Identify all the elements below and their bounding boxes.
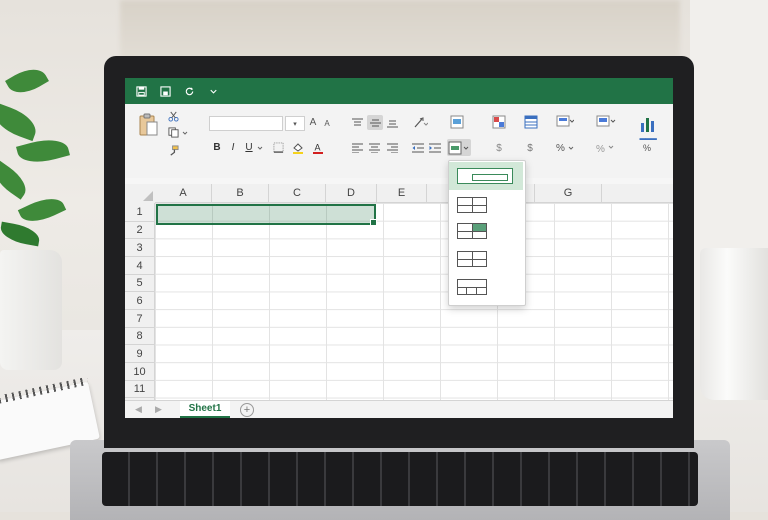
merge-and-center-icon — [457, 168, 513, 184]
cell-area[interactable] — [155, 203, 673, 406]
title-bar — [125, 78, 673, 104]
selected-range[interactable] — [156, 204, 377, 226]
column-header[interactable]: D — [326, 184, 377, 203]
merge-across-icon — [457, 197, 487, 213]
wrap-text-icon[interactable] — [449, 114, 465, 130]
font-size-dropdown[interactable]: ▾ — [285, 116, 305, 131]
align-center-icon[interactable] — [368, 142, 381, 154]
save-icon[interactable] — [135, 85, 147, 97]
prev-sheet-icon[interactable]: ◀ — [135, 404, 142, 415]
decrease-font-button[interactable]: A — [321, 117, 333, 129]
align-right-icon[interactable] — [386, 142, 399, 154]
align-middle-icon[interactable] — [367, 115, 383, 130]
svg-text:A: A — [315, 142, 321, 152]
table-format-icon[interactable] — [523, 114, 539, 130]
italic-button[interactable]: I — [227, 140, 239, 154]
plant-pot — [0, 250, 62, 370]
background-shelf — [120, 0, 680, 60]
increase-indent-icon[interactable] — [428, 142, 441, 154]
bold-button[interactable]: B — [211, 140, 223, 154]
format-painter-icon[interactable] — [167, 144, 179, 156]
sheet-tab-bar: ◀ ▶ Sheet1 + — [125, 400, 673, 418]
analyze-data-icon — [641, 117, 654, 132]
column-header[interactable]: E — [377, 184, 427, 203]
add-sheet-button[interactable]: + — [240, 403, 254, 417]
cell-styles-icon[interactable] — [555, 114, 575, 130]
row-header[interactable]: 7 — [125, 310, 155, 328]
align-left-icon[interactable] — [351, 142, 364, 154]
increase-font-button[interactable]: A — [307, 116, 319, 129]
accounting-format-button[interactable]: $ — [494, 142, 504, 154]
align-bottom-icon[interactable] — [386, 116, 399, 129]
column-header[interactable]: C — [269, 184, 326, 203]
align-top-icon[interactable] — [351, 116, 364, 129]
copy-icon[interactable] — [167, 126, 179, 138]
underline-button[interactable]: U — [243, 140, 255, 154]
row-header[interactable]: 8 — [125, 328, 155, 345]
select-all-corner[interactable] — [125, 184, 156, 204]
merge-and-center-option[interactable] — [449, 162, 523, 190]
analyze-data-button[interactable]: ▬▬▬ % — [635, 110, 661, 156]
row-header[interactable]: 3 — [125, 239, 155, 257]
merge-center-button[interactable] — [447, 139, 471, 156]
merge-dropdown-menu — [448, 160, 526, 306]
row-header[interactable]: 5 — [125, 275, 155, 292]
currency-button[interactable]: $ — [525, 142, 535, 154]
conditional-format-icon[interactable] — [491, 114, 507, 130]
insert-cells-icon[interactable] — [595, 114, 617, 130]
font-color-icon[interactable]: A — [311, 141, 325, 154]
cut-icon[interactable] — [167, 110, 179, 122]
redo-icon[interactable] — [183, 85, 195, 97]
column-header[interactable] — [602, 184, 673, 203]
row-header[interactable]: 11 — [125, 381, 155, 398]
orientation-icon[interactable] — [413, 116, 429, 129]
unmerge-cells-option[interactable] — [457, 251, 487, 267]
format-cells-icon[interactable]: % — [595, 141, 617, 155]
percent-button[interactable]: % — [555, 142, 575, 154]
underline-dropdown-icon[interactable] — [256, 144, 264, 152]
svg-text:%: % — [643, 143, 651, 152]
worksheet-grid[interactable]: A B C D E G 1 2 3 4 5 6 7 8 9 10 11 12 — [125, 184, 673, 416]
unmerge-cells-icon — [457, 251, 487, 267]
row-header[interactable]: 10 — [125, 363, 155, 381]
keyboard — [102, 452, 698, 506]
sheet-tab[interactable]: Sheet1 — [180, 401, 230, 418]
row-header[interactable]: 9 — [125, 345, 155, 363]
row-header[interactable]: 4 — [125, 257, 155, 275]
ribbon: ▾ A A B I U A $ $ % % ▬▬▬ % — [125, 104, 673, 179]
merge-cells-icon — [457, 223, 487, 239]
borders-icon[interactable] — [271, 141, 285, 154]
merge-options-option[interactable] — [457, 279, 487, 295]
save-as-icon[interactable] — [159, 85, 171, 97]
next-sheet-icon[interactable]: ▶ — [155, 404, 162, 415]
column-header[interactable]: G — [535, 184, 602, 203]
fill-color-icon[interactable] — [291, 141, 305, 154]
customize-dropdown-icon[interactable] — [207, 85, 219, 97]
row-header[interactable]: 1 — [125, 203, 155, 222]
paste-icon[interactable] — [137, 112, 159, 138]
row-header[interactable]: 2 — [125, 222, 155, 239]
decrease-indent-icon[interactable] — [411, 142, 424, 154]
merge-options-icon — [457, 279, 487, 295]
fill-handle[interactable] — [370, 219, 377, 226]
svg-text:%: % — [596, 144, 605, 154]
row-header[interactable]: 6 — [125, 292, 155, 310]
merge-across-option[interactable] — [457, 197, 487, 213]
column-header[interactable]: A — [155, 184, 212, 203]
font-name-input[interactable] — [209, 116, 283, 131]
merge-cells-option[interactable] — [457, 223, 487, 239]
spreadsheet-app: ▾ A A B I U A $ $ % % ▬▬▬ % A B C D E G … — [125, 78, 673, 418]
copy-dropdown-icon[interactable] — [181, 128, 189, 138]
mug — [700, 248, 768, 400]
column-header[interactable]: B — [212, 184, 269, 203]
